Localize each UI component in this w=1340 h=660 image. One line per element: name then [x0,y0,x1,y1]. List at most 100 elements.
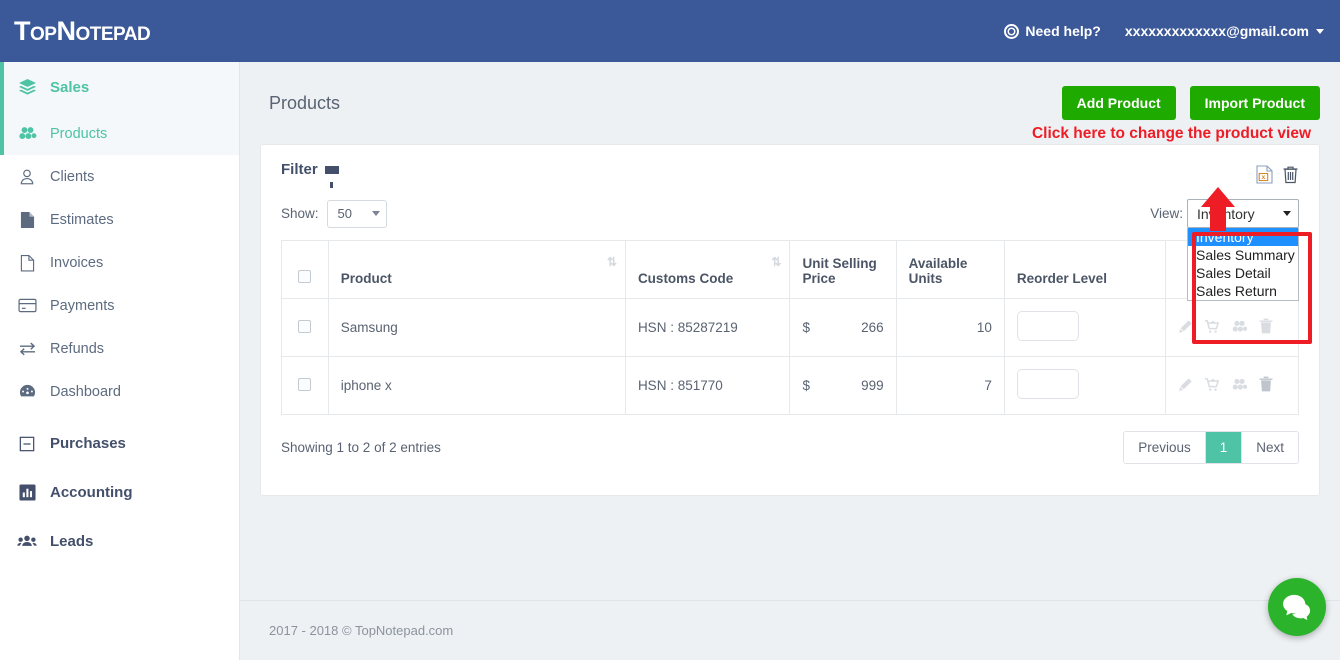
page-footer: 2017 - 2018 © TopNotepad.com [240,600,1340,660]
table-header-row: Product ⇅ Customs Code ⇅ Unit Selling Pr… [282,241,1299,299]
boxes-icon[interactable] [1231,377,1248,395]
show-label: Show: [281,206,319,221]
cell-available-units: 7 [896,357,1004,415]
table-row: iphone x HSN : 851770 $ 999 7 [282,357,1299,415]
pagination-page-1[interactable]: 1 [1206,432,1243,463]
user-email-label: xxxxxxxxxxxxx@gmail.com [1125,23,1309,39]
cell-customs-code: HSN : 851770 [625,357,790,415]
column-unit-selling-price[interactable]: Unit Selling Price [790,241,896,299]
filter-text: Filter [281,161,318,178]
sidebar-item-label: Dashboard [50,384,121,400]
chat-bubble-icon [1282,594,1312,620]
column-customs-code[interactable]: Customs Code ⇅ [625,241,790,299]
column-reorder-level[interactable]: Reorder Level [1004,241,1165,299]
add-product-button[interactable]: Add Product [1062,86,1176,120]
sidebar-item-estimates[interactable]: Estimates [0,198,239,241]
need-help-label: Need help? [1025,23,1100,39]
main-content: Products Add Product Import Product Clic… [240,62,1340,600]
sidebar: Sales Products Clients [0,62,240,660]
card-toolbar: Filter x [261,145,1319,189]
exchange-icon [4,341,50,356]
brand-logo[interactable]: TopNotepad [0,16,150,47]
trash-icon[interactable] [1282,165,1299,189]
file-icon [4,254,50,272]
table-footer: Showing 1 to 2 of 2 entries Previous 1 N… [261,415,1319,464]
pagination-next[interactable]: Next [1242,432,1298,463]
page-header: Products Add Product Import Product [240,62,1340,120]
column-label: Customs Code [638,271,733,286]
cart-icon[interactable] [1204,319,1220,337]
sidebar-group-sales[interactable]: Sales [0,62,239,112]
sidebar-item-invoices[interactable]: Invoices [0,241,239,284]
chat-widget-button[interactable] [1268,578,1326,636]
trash-icon[interactable] [1259,376,1273,395]
table-body: Samsung HSN : 85287219 $ 266 10 [282,299,1299,415]
column-label: Available Units [909,256,968,286]
user-menu[interactable]: xxxxxxxxxxxxx@gmail.com [1125,23,1324,39]
sidebar-item-clients[interactable]: Clients [0,155,239,198]
view-option-sales-return[interactable]: Sales Return [1188,282,1298,300]
excel-export-icon[interactable]: x [1256,165,1273,189]
annotation-text: Click here to change the product view [1032,125,1311,143]
column-label: Unit Selling Price [802,256,876,286]
sidebar-section-purchases[interactable]: Purchases [0,419,239,468]
table-row: Samsung HSN : 85287219 $ 266 10 [282,299,1299,357]
cell-reorder-level [1004,357,1165,415]
column-available-units[interactable]: Available Units [896,241,1004,299]
need-help-button[interactable]: Need help? [1004,23,1100,39]
page-title: Products [269,93,340,114]
reorder-level-input[interactable] [1017,311,1079,341]
bar-chart-icon [4,484,50,501]
cell-unit-selling-price: $ 999 [790,357,896,415]
select-all-checkbox[interactable] [298,270,311,283]
select-all-header [282,241,329,299]
filter-label[interactable]: Filter [281,161,339,178]
pagination-previous[interactable]: Previous [1124,432,1206,463]
products-card: Click here to change the product view Fi… [260,144,1320,496]
credit-card-icon [4,298,50,313]
edit-icon[interactable] [1178,319,1193,337]
sidebar-item-label: Products [50,126,107,142]
trash-icon[interactable] [1259,318,1273,337]
reorder-level-input[interactable] [1017,369,1079,399]
cell-customs-code: HSN : 85287219 [625,299,790,357]
cell-product: iphone x [328,357,625,415]
view-option-sales-detail[interactable]: Sales Detail [1188,264,1298,282]
row-checkbox[interactable] [298,320,311,333]
copyright-text: 2017 - 2018 © TopNotepad.com [269,623,453,638]
view-label: View: [1150,206,1183,221]
cell-available-units: 10 [896,299,1004,357]
sidebar-section-leads[interactable]: Leads [0,517,239,566]
user-icon [4,168,50,186]
view-option-sales-summary[interactable]: Sales Summary [1188,246,1298,264]
card-top-icons: x [1256,161,1299,189]
show-entries-select[interactable]: 50 [327,200,387,228]
sidebar-item-refunds[interactable]: Refunds [0,327,239,370]
sidebar-item-payments[interactable]: Payments [0,284,239,327]
sidebar-section-label: Leads [50,533,93,550]
import-product-button[interactable]: Import Product [1190,86,1320,120]
sidebar-item-dashboard[interactable]: Dashboard [0,370,239,413]
sidebar-group-label: Sales [50,79,89,96]
sidebar-item-label: Clients [50,169,94,185]
price-value: 266 [861,320,884,335]
sidebar-item-label: Invoices [50,255,103,271]
sort-icon: ⇅ [607,255,617,269]
show-entries-control: Show: 50 [281,200,387,228]
sidebar-item-products[interactable]: Products [0,112,239,155]
edit-icon[interactable] [1178,377,1193,395]
sidebar-section-label: Purchases [50,435,126,452]
svg-text:x: x [1262,174,1266,181]
users-icon [4,534,50,550]
sidebar-section-accounting[interactable]: Accounting [0,468,239,517]
price-value: 999 [861,378,884,393]
column-product[interactable]: Product ⇅ [328,241,625,299]
funnel-icon [325,166,339,174]
row-checkbox[interactable] [298,378,311,391]
sidebar-section-label: Accounting [50,484,133,501]
cell-reorder-level [1004,299,1165,357]
chevron-down-icon [372,211,380,216]
boxes-icon[interactable] [1231,319,1248,337]
top-header: TopNotepad Need help? xxxxxxxxxxxxx@gmai… [0,0,1340,62]
cart-icon[interactable] [1204,377,1220,395]
